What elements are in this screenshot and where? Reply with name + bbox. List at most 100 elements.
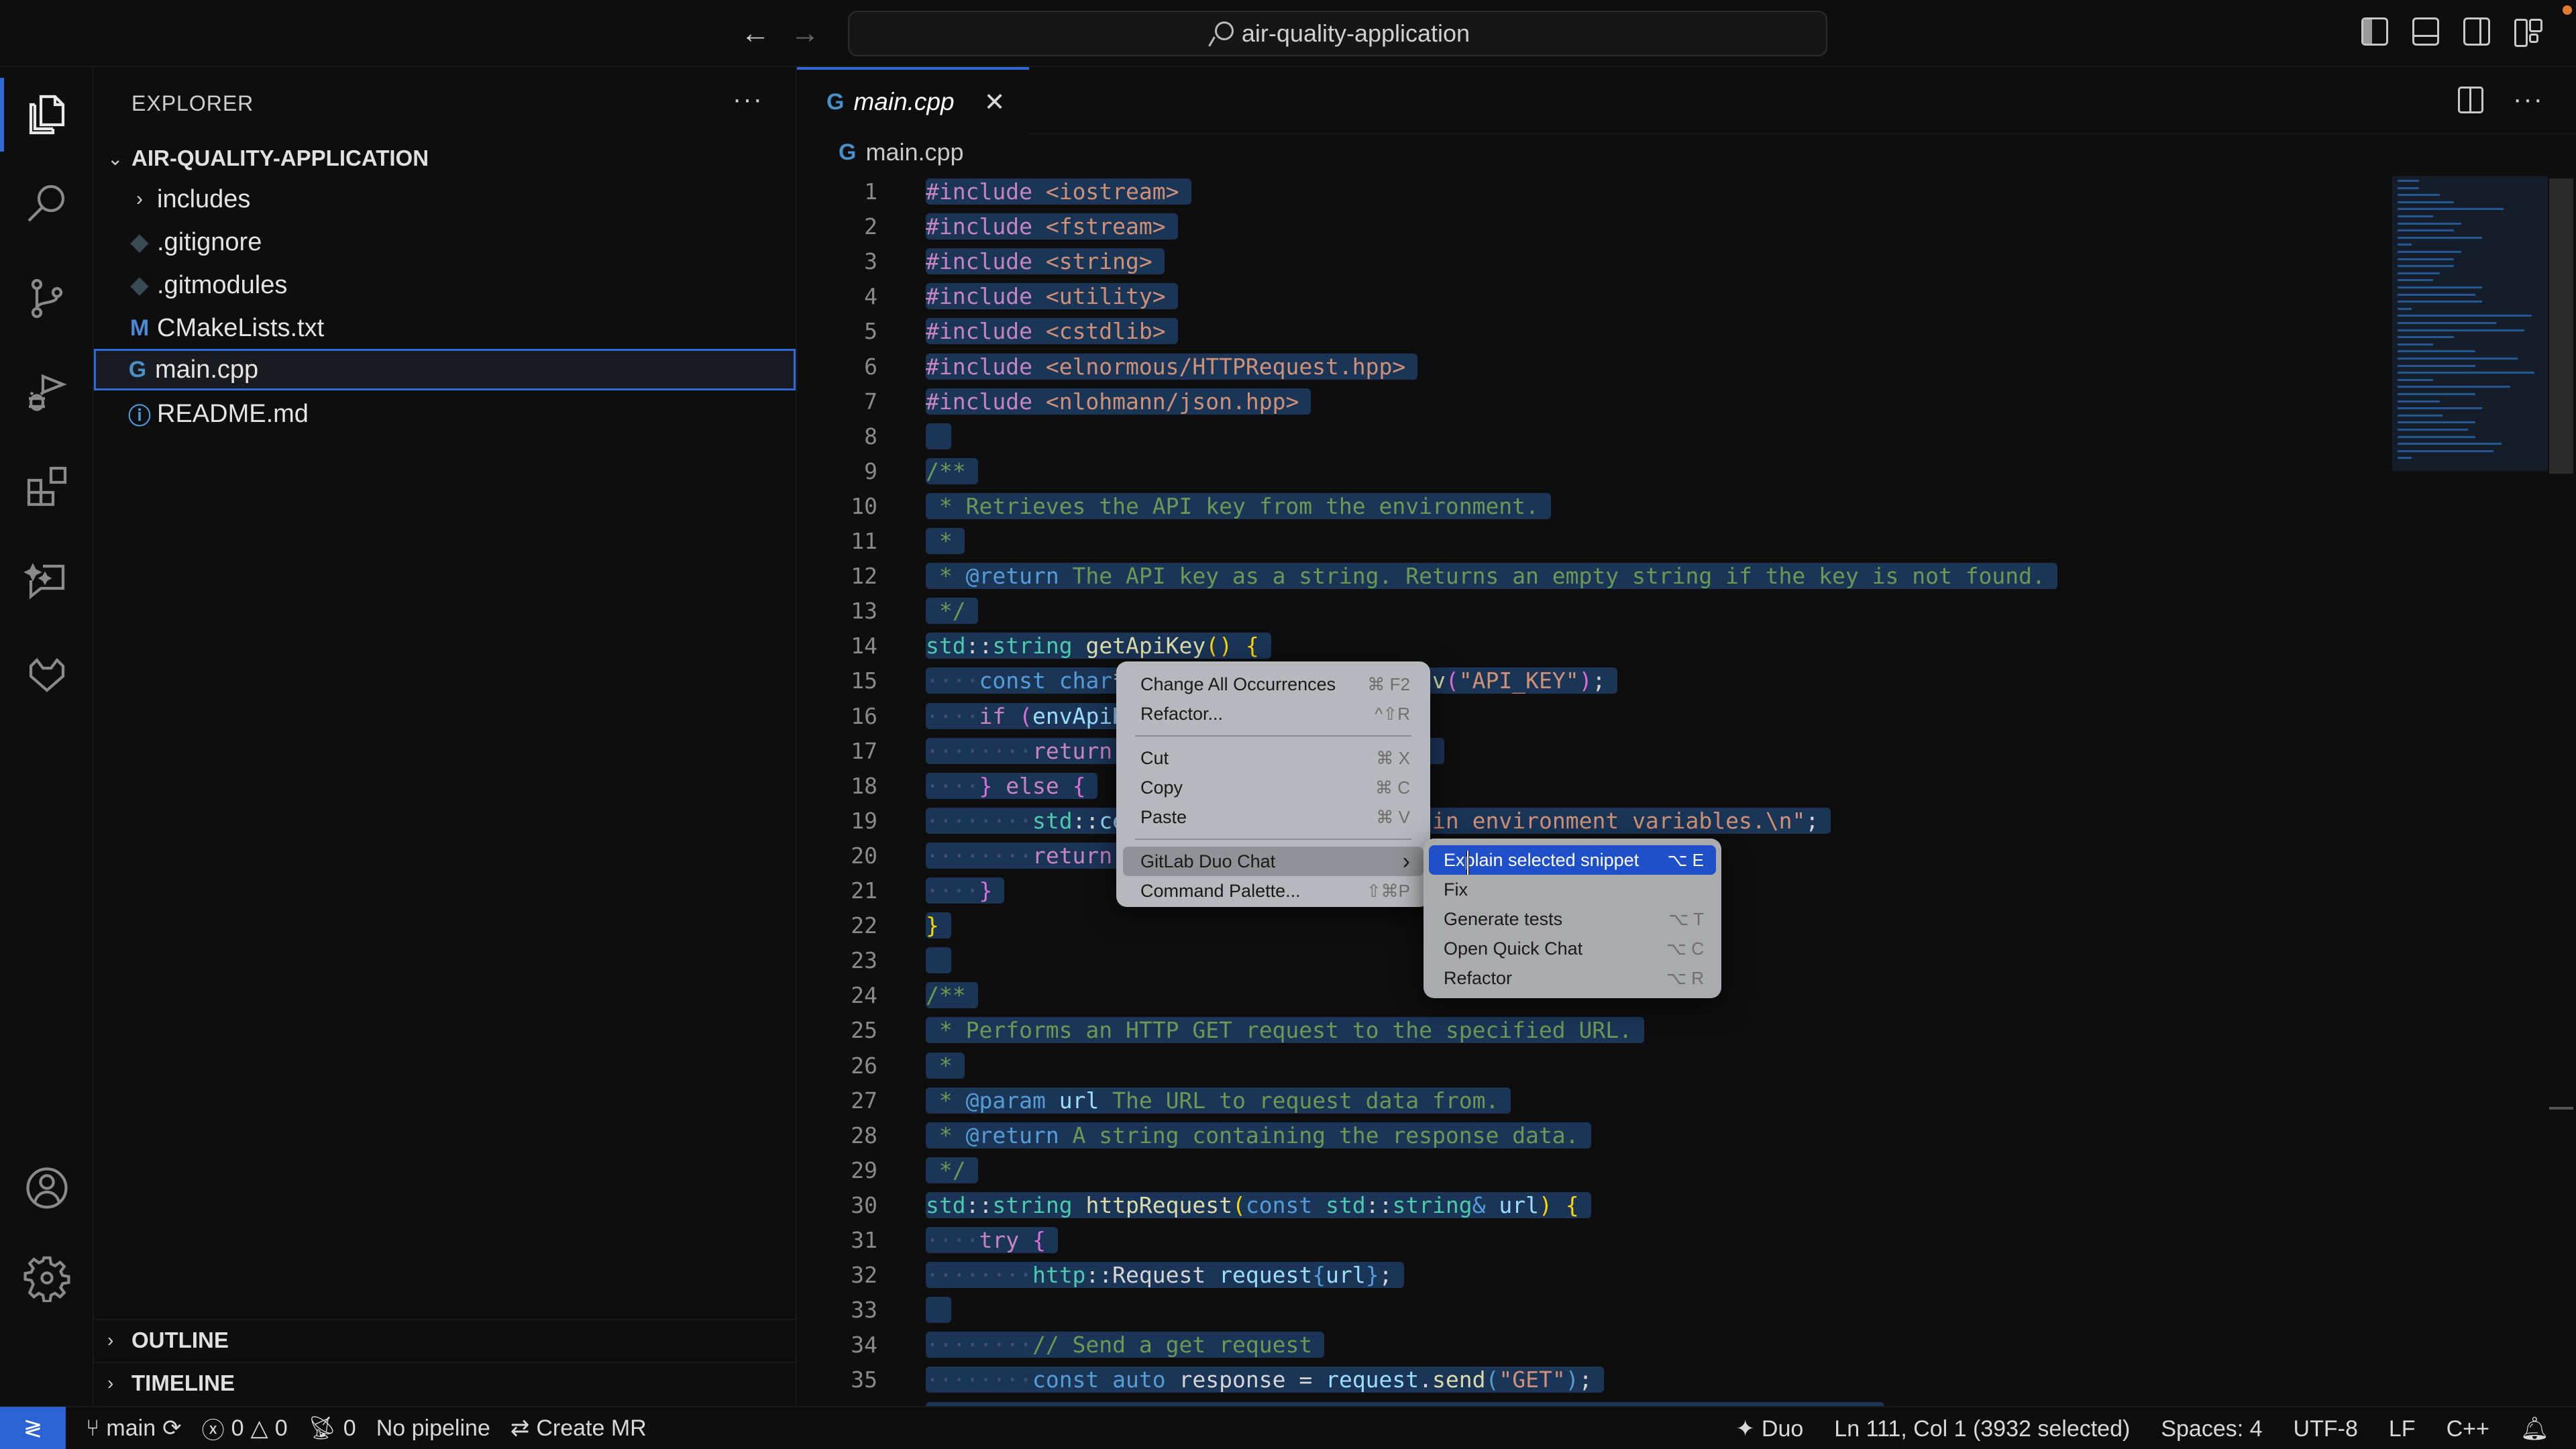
remote-indicator[interactable]: ≷ xyxy=(0,1407,66,1449)
code-line[interactable]: 32 ········http::Request request{url}; xyxy=(797,1258,2387,1293)
code-line[interactable]: 19········std::cerr << "API key not set … xyxy=(797,804,2387,839)
activity-bar xyxy=(0,67,94,1406)
activity-duo-chat[interactable] xyxy=(0,537,94,624)
code-line[interactable]: 36 ········return std::string{response.bo… xyxy=(797,1398,2387,1406)
sync-icon[interactable]: ⟳ xyxy=(162,1415,182,1442)
code-editor[interactable]: 1 #include <iostream> 2 #include <fstream> 3… xyxy=(797,174,2387,1406)
menu-item-refactor[interactable]: Refactor ⌥ R xyxy=(1429,963,1716,993)
menu-item-paste[interactable]: Paste ⌘ V xyxy=(1123,802,1424,832)
activity-accounts[interactable] xyxy=(0,1144,94,1232)
arrow-left-icon[interactable]: ← xyxy=(737,15,774,52)
tree-item-gitignore[interactable]: ◆ .gitignore xyxy=(94,221,796,263)
toggle-primary-sidebar-icon[interactable] xyxy=(2361,17,2388,46)
code-line[interactable]: 11 * xyxy=(797,524,2387,559)
tree-item-main-cpp[interactable]: G main.cpp xyxy=(94,349,796,390)
indentation[interactable]: Spaces: 4 xyxy=(2161,1416,2262,1442)
menu-item-change-all-occurrences[interactable]: Change All Occurrences ⌘ F2 xyxy=(1123,669,1424,699)
tab-main-cpp[interactable]: G main.cpp ✕ xyxy=(797,67,1029,134)
update-indicator-icon[interactable] xyxy=(2563,5,2572,15)
arrow-right-icon[interactable]: → xyxy=(786,15,824,52)
tree-item-cmakelists[interactable]: M CMakeLists.txt xyxy=(94,307,796,349)
code-line[interactable]: 4 #include <utility> xyxy=(797,279,2387,314)
code-line[interactable]: 26 * xyxy=(797,1049,2387,1083)
menu-item-copy[interactable]: Copy ⌘ C xyxy=(1123,773,1424,802)
menu-item-generate-tests[interactable]: Generate tests ⌥ T xyxy=(1429,904,1716,934)
toggle-panel-icon[interactable] xyxy=(2412,17,2439,46)
code-line[interactable]: 2 #include <fstream> xyxy=(797,209,2387,244)
activity-search[interactable] xyxy=(0,161,94,248)
activity-explorer[interactable] xyxy=(0,71,94,158)
close-icon[interactable]: ✕ xyxy=(984,87,1006,117)
command-center-search[interactable]: air-quality-application xyxy=(848,11,1827,56)
ports-indicator[interactable]: 📡︎ 0 xyxy=(308,1415,356,1442)
menu-item-refactor[interactable]: Refactor... ^⇧R xyxy=(1123,699,1424,729)
code-line[interactable]: 5 #include <cstdlib> xyxy=(797,314,2387,349)
code-line[interactable]: 7 #include <nlohmann/json.hpp> xyxy=(797,384,2387,419)
cursor-position[interactable]: Ln 111, Col 1 (3932 selected) xyxy=(1834,1416,2130,1442)
line-number: 14 xyxy=(851,633,877,659)
outline-section[interactable]: › OUTLINE xyxy=(94,1319,796,1360)
branch-name: main xyxy=(106,1415,156,1441)
code-line[interactable]: 34 ········// Send a get request xyxy=(797,1328,2387,1362)
tree-item-includes[interactable]: › includes xyxy=(94,178,796,220)
encoding[interactable]: UTF-8 xyxy=(2294,1416,2358,1442)
branch-indicator[interactable]: ⑂ main ⟳ xyxy=(86,1415,182,1442)
workspace-folder[interactable]: ⌄ AIR-QUALITY-APPLICATION xyxy=(94,138,796,178)
activity-manage[interactable] xyxy=(0,1234,94,1322)
menu-item-command-palette[interactable]: Command Palette... ⇧⌘P xyxy=(1123,876,1424,906)
code-line[interactable]: 31 ····try { xyxy=(797,1223,2387,1258)
code-line[interactable]: 27 * @param url The URL to request data … xyxy=(797,1083,2387,1118)
code-line[interactable]: 12 * @return The API key as a string. Re… xyxy=(797,559,2387,594)
code-line[interactable]: 29 */ xyxy=(797,1153,2387,1188)
create-mr-button[interactable]: ⇄ Create MR xyxy=(511,1415,647,1442)
activity-run-debug[interactable] xyxy=(0,349,94,436)
code-line[interactable]: 28 * @return A string containing the res… xyxy=(797,1118,2387,1153)
code-line[interactable]: 3 #include <string> xyxy=(797,244,2387,279)
menu-item-open-quick-chat[interactable]: Open Quick Chat ⌥ C xyxy=(1429,934,1716,963)
activity-extensions[interactable] xyxy=(0,443,94,530)
code-line[interactable]: 15····const char* envApiKey = std::geten… xyxy=(797,663,2387,698)
more-actions-icon[interactable]: ··· xyxy=(733,85,763,115)
menu-item-explain-selected-snippet[interactable]: Explain selected snippet ⌥ E xyxy=(1429,845,1716,875)
workspace-folder-label: AIR-QUALITY-APPLICATION xyxy=(131,146,429,170)
timeline-section[interactable]: › TIMELINE xyxy=(94,1362,796,1403)
code-line[interactable]: 13 */ xyxy=(797,594,2387,629)
code-line[interactable]: 25 * Performs an HTTP GET request to the… xyxy=(797,1013,2387,1048)
tree-item-gitmodules[interactable]: ◆ .gitmodules xyxy=(94,264,796,306)
code-line[interactable]: 18 ····} else { xyxy=(797,769,2387,804)
menu-item-fix[interactable]: Fix xyxy=(1429,875,1716,904)
pipeline-status[interactable]: No pipeline xyxy=(376,1415,490,1442)
code-line[interactable]: 30 std::string httpRequest(const std::str… xyxy=(797,1188,2387,1223)
code-line[interactable]: 10 * Retrieves the API key from the envi… xyxy=(797,489,2387,524)
menu-item-gitlab-duo-chat[interactable]: GitLab Duo Chat › xyxy=(1123,847,1424,876)
code-line[interactable]: 16····if (envApiKey) { xyxy=(797,699,2387,734)
code-line[interactable]: 17········return std::string(envApiKey); xyxy=(797,734,2387,769)
toggle-secondary-sidebar-icon[interactable] xyxy=(2463,17,2490,46)
tree-item-readme[interactable]: ⓘ README.md xyxy=(94,393,796,435)
language-mode[interactable]: C++ xyxy=(2447,1416,2489,1442)
bell-icon[interactable]: 🔔︎ xyxy=(2520,1415,2549,1442)
minimap-line xyxy=(2398,244,2412,246)
menu-item-label: Refactor... xyxy=(1140,703,1224,724)
activity-source-control[interactable] xyxy=(0,255,94,342)
code-line[interactable]: 9 /** xyxy=(797,454,2387,489)
more-actions-icon[interactable]: ··· xyxy=(2513,85,2544,115)
line-number: 19 xyxy=(851,807,877,834)
chevron-down-icon: ⌄ xyxy=(107,148,123,169)
split-editor-icon[interactable] xyxy=(2458,86,2484,113)
code-line[interactable]: 6 #include <elnormous/HTTPRequest.hpp> xyxy=(797,350,2387,384)
activity-gitlab[interactable] xyxy=(0,631,94,718)
code-line[interactable]: 1 #include <iostream> xyxy=(797,174,2387,209)
code-line[interactable]: 35 ········const auto response = request.… xyxy=(797,1362,2387,1397)
end-of-line[interactable]: LF xyxy=(2389,1416,2416,1442)
code-line[interactable]: 14 std::string getApiKey() { xyxy=(797,629,2387,663)
duo-status[interactable]: ✦ Duo xyxy=(1735,1415,1803,1442)
code-line[interactable]: 8 xyxy=(797,419,2387,454)
breadcrumb-file[interactable]: main.cpp xyxy=(865,138,963,166)
code-line[interactable]: 33 xyxy=(797,1293,2387,1328)
menu-item-cut[interactable]: Cut ⌘ X xyxy=(1123,743,1424,773)
problems-indicator[interactable]: ⓧ 0 △ 0 xyxy=(202,1412,288,1445)
minimap[interactable] xyxy=(2392,176,2548,471)
editor-scrollbar[interactable] xyxy=(2549,178,2573,474)
customize-layout-icon[interactable] xyxy=(2514,17,2542,47)
